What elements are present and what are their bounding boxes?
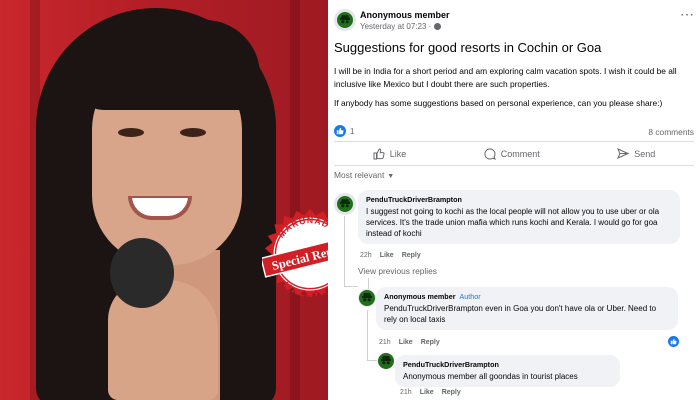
divider [334, 141, 694, 142]
comment-reply-link[interactable]: Reply [402, 252, 421, 259]
post-body: I will be in India for a short period an… [334, 65, 696, 116]
comment-text: I suggest not going to kochi as the loca… [366, 207, 660, 238]
post-paragraph: If anybody has some suggestions based on… [334, 98, 663, 108]
reply-meta: 21h Like Reply [379, 339, 440, 346]
like-label: Like [389, 149, 407, 159]
post-timestamp[interactable]: Yesterday at 07:23 · [360, 22, 441, 31]
post-author[interactable]: Anonymous member [360, 10, 450, 20]
microphone [110, 238, 174, 308]
like-button[interactable]: Like [373, 148, 407, 160]
thread-line [367, 310, 368, 360]
reply-bubble: PenduTruckDriverBrampton Anonymous membe… [395, 355, 620, 387]
commenter-avatar[interactable] [334, 193, 356, 215]
reply-reply-link[interactable]: Reply [442, 389, 461, 396]
thread-line [344, 286, 358, 287]
reply-author: Anonymous member [384, 292, 456, 301]
send-label: Send [634, 149, 656, 159]
send-button[interactable]: Send [617, 148, 655, 160]
reply-commenter-name[interactable]: PenduTruckDriverBrampton [403, 360, 612, 369]
reply-meta: 21h Like Reply [400, 389, 461, 396]
globe-icon [433, 23, 441, 30]
anonymous-member-icon [337, 196, 353, 212]
reply-like-reaction-icon[interactable] [668, 336, 679, 347]
comments-count[interactable]: 8 comments [648, 127, 694, 137]
thumbs-up-icon [373, 148, 385, 160]
comment-meta: 22h Like Reply [360, 252, 421, 259]
reply-time[interactable]: 21h [379, 339, 391, 346]
reply-like-link[interactable]: Like [420, 389, 434, 396]
author-avatar[interactable] [358, 289, 376, 307]
post-actions: Like Comment Send [334, 144, 694, 164]
divider [334, 165, 694, 166]
commenter-avatar[interactable] [378, 353, 394, 369]
comment-button[interactable]: Comment [484, 148, 540, 160]
reaction-summary[interactable]: 1 [334, 125, 354, 137]
post-title: Suggestions for good resorts in Cochin o… [334, 40, 602, 55]
eye [118, 128, 144, 137]
send-icon [617, 148, 630, 159]
reaction-count: 1 [350, 126, 355, 136]
facebook-post: Anonymous member Yesterday at 07:23 · ⋯ … [328, 0, 700, 400]
view-previous-replies[interactable]: View previous replies [358, 266, 437, 276]
post-paragraph: I will be in India for a short period an… [334, 66, 677, 89]
comment-time[interactable]: 22h [360, 252, 372, 259]
chevron-down-icon: ▼ [387, 173, 395, 180]
commenter-name[interactable]: PenduTruckDriverBrampton [366, 195, 672, 204]
reply-text: PenduTruckDriverBrampton even in Goa you… [384, 304, 657, 324]
comment-bubble: PenduTruckDriverBrampton I suggest not g… [358, 190, 680, 244]
eye [180, 128, 206, 137]
thread-line [344, 216, 345, 286]
author-badge: Author [459, 292, 481, 301]
reply-like-link[interactable]: Like [399, 339, 413, 346]
reply-reply-link[interactable]: Reply [421, 339, 440, 346]
anonymous-avatar[interactable] [334, 9, 356, 31]
anonymous-member-icon [378, 353, 394, 369]
comment-label: Comment [500, 149, 540, 159]
reply-author-name[interactable]: Anonymous member Author [384, 292, 670, 301]
more-options-icon[interactable]: ⋯ [680, 6, 694, 23]
like-reaction-icon [334, 125, 346, 137]
reply-bubble: Anonymous member Author PenduTruckDriverB… [376, 287, 678, 330]
thread-line [367, 360, 377, 361]
comment-icon [484, 148, 496, 160]
anonymous-member-icon [337, 12, 353, 28]
anonymous-member-icon [359, 290, 375, 306]
comment-like-link[interactable]: Like [380, 252, 394, 259]
post-time-text: Yesterday at 07:23 · [360, 22, 434, 31]
reply-time[interactable]: 21h [400, 389, 412, 396]
comment-sort-dropdown[interactable]: Most relevant ▼ [334, 170, 394, 180]
sort-label: Most relevant [334, 170, 385, 180]
curtain-fold [290, 0, 300, 400]
news-photo [0, 0, 328, 400]
bangs [70, 20, 260, 110]
reply-text: Anonymous member all goondas in tourist … [403, 372, 578, 381]
